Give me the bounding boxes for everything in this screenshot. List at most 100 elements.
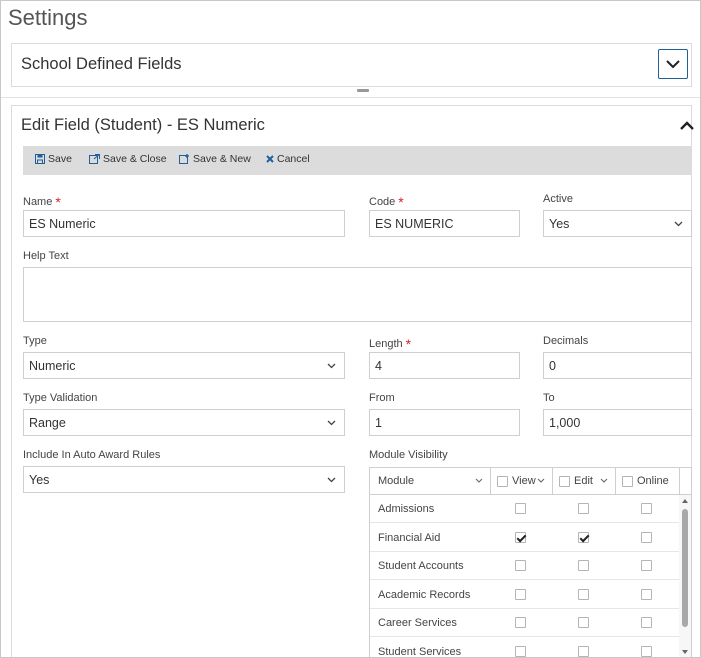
edit-header-label: Edit: [574, 475, 593, 487]
decimals-label: Decimals: [543, 335, 589, 347]
view-header-label: View: [512, 475, 536, 487]
table-row: Admissions: [370, 495, 681, 523]
decimals-input[interactable]: 0: [543, 352, 692, 379]
module-header-label: Module: [378, 475, 415, 487]
save-close-label: Save & Close: [103, 153, 167, 165]
module-name: Student Accounts: [378, 560, 464, 572]
school-defined-fields-panel[interactable]: School Defined Fields: [11, 43, 692, 87]
module-name: Academic Records: [378, 588, 471, 601]
length-value: 4: [375, 358, 382, 373]
help-text-input[interactable]: [23, 267, 692, 322]
save-label: Save: [48, 153, 72, 165]
edit-checkbox[interactable]: [578, 645, 589, 657]
toolbar: Save Save & Close Save & New Cancel: [23, 146, 692, 175]
online-header-label: Online: [637, 475, 669, 487]
online-checkbox[interactable]: [641, 617, 652, 628]
view-checkbox[interactable]: [515, 645, 526, 657]
module-name: Financial Aid: [378, 531, 441, 544]
scroll-down-icon[interactable]: [682, 650, 688, 654]
type-select[interactable]: Numeric: [23, 352, 345, 379]
code-label: Code *: [369, 194, 404, 210]
save-new-label: Save & New: [193, 153, 251, 165]
edit-checkbox[interactable]: [578, 531, 589, 543]
chevron-down-icon: [537, 478, 545, 483]
resize-grip[interactable]: [357, 89, 369, 92]
decimals-value: 0: [549, 358, 556, 373]
chevron-up-icon[interactable]: [679, 118, 695, 132]
online-checkbox[interactable]: [641, 560, 652, 571]
name-input[interactable]: ES Numeric: [23, 210, 345, 237]
module-visibility-label: Module Visibility: [369, 449, 448, 461]
type-validation-label: Type Validation: [23, 392, 98, 404]
edit-checkbox[interactable]: [578, 560, 589, 571]
edit-field-title: Edit Field (Student) - ES Numeric: [21, 116, 265, 134]
online-checkbox[interactable]: [641, 645, 652, 657]
save-close-button[interactable]: Save & Close: [89, 153, 167, 165]
chevron-down-icon: [674, 221, 683, 227]
chevron-down-icon: [600, 478, 608, 483]
auto-award-label: Include In Auto Award Rules: [23, 449, 161, 461]
type-label: Type: [23, 335, 47, 347]
to-value: 1,000: [549, 415, 581, 430]
edit-checkbox[interactable]: [578, 503, 589, 514]
from-value: 1: [375, 415, 382, 430]
edit-checkbox[interactable]: [578, 588, 589, 600]
save-new-icon: [179, 154, 189, 164]
online-checkbox[interactable]: [641, 588, 652, 600]
view-checkbox[interactable]: [515, 560, 526, 571]
online-checkbox[interactable]: [641, 503, 652, 514]
code-value: ES NUMERIC: [375, 216, 454, 231]
grid-scrollbar[interactable]: [679, 495, 691, 657]
help-text-label: Help Text: [23, 250, 69, 262]
chevron-down-icon: [327, 420, 336, 426]
cancel-label: Cancel: [277, 153, 310, 165]
from-label: From: [369, 392, 395, 404]
scrollbar-thumb[interactable]: [682, 509, 688, 627]
chevron-down-icon: [327, 363, 336, 369]
active-value: Yes: [549, 216, 570, 231]
name-value: ES Numeric: [29, 216, 96, 231]
expand-panel-button[interactable]: [658, 49, 688, 79]
from-input[interactable]: 1: [369, 409, 520, 436]
to-label: To: [543, 392, 555, 404]
save-icon: [35, 154, 45, 164]
settings-window: Settings School Defined Fields Edit Fiel…: [0, 0, 701, 658]
module-name: Admissions: [378, 503, 435, 515]
save-new-button[interactable]: Save & New: [179, 153, 251, 165]
required-marker: *: [55, 194, 61, 210]
online-column-header[interactable]: Online: [616, 468, 680, 494]
view-checkbox[interactable]: [515, 503, 526, 514]
active-label: Active: [543, 193, 573, 205]
table-row: Student Services: [370, 638, 681, 657]
edit-select-all-checkbox[interactable]: [559, 475, 570, 487]
edit-checkbox[interactable]: [578, 617, 589, 628]
name-label: Name *: [23, 194, 61, 210]
view-checkbox[interactable]: [515, 588, 526, 600]
online-checkbox[interactable]: [641, 531, 652, 543]
chevron-down-icon: [475, 478, 483, 483]
to-input[interactable]: 1,000: [543, 409, 692, 436]
view-select-all-checkbox[interactable]: [497, 475, 508, 487]
view-checkbox[interactable]: [515, 531, 526, 543]
module-column-header[interactable]: Module: [370, 468, 491, 494]
cancel-button[interactable]: Cancel: [266, 153, 310, 165]
edit-column-header[interactable]: Edit: [553, 468, 616, 494]
save-button[interactable]: Save: [35, 153, 72, 165]
table-row: Student Accounts: [370, 552, 681, 580]
divider: [1, 97, 700, 98]
page-title: Settings: [8, 5, 88, 30]
scroll-up-icon[interactable]: [682, 499, 688, 503]
code-input[interactable]: ES NUMERIC: [369, 210, 520, 237]
type-validation-select[interactable]: Range: [23, 409, 345, 436]
type-value: Numeric: [29, 358, 76, 373]
module-visibility-grid: Module View Edit Online Admissions Financ…: [369, 467, 692, 657]
view-column-header[interactable]: View: [491, 468, 553, 494]
view-checkbox[interactable]: [515, 617, 526, 628]
chevron-down-icon: [666, 59, 680, 68]
auto-award-select[interactable]: Yes: [23, 466, 345, 493]
online-select-all-checkbox[interactable]: [622, 475, 633, 487]
length-input[interactable]: 4: [369, 352, 520, 379]
table-row: Career Services: [370, 609, 681, 637]
required-marker: *: [398, 194, 404, 210]
active-select[interactable]: Yes: [543, 210, 692, 237]
